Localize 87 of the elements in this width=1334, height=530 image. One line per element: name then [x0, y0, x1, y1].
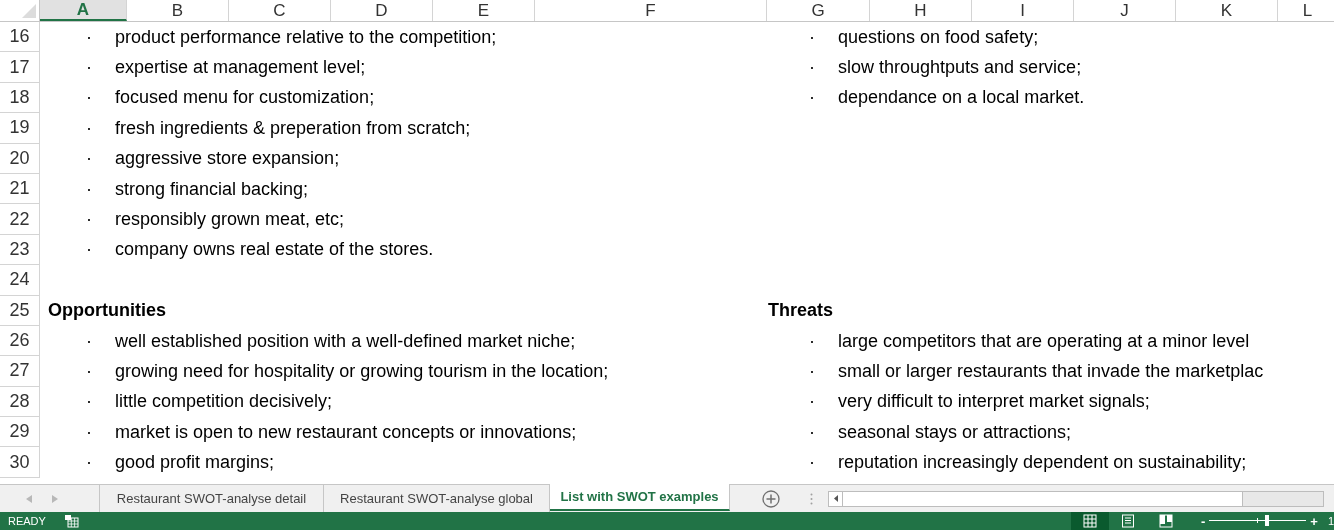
cell-text: expertise at management level; — [115, 56, 366, 80]
bullet-mark: · — [86, 360, 93, 383]
bullet-mark: · — [809, 56, 816, 80]
row-header[interactable]: 16 — [0, 22, 40, 53]
cell-text: seasonal stays or attractions; — [838, 420, 1072, 444]
cell-text: very difficult to interpret market signals; — [838, 390, 1150, 414]
page-view-icon — [1120, 514, 1135, 528]
status-text: READY — [8, 513, 46, 529]
splitter-handle-icon[interactable] — [810, 492, 813, 505]
row-header[interactable]: 25 — [0, 295, 40, 326]
row-header[interactable]: 30 — [0, 447, 40, 478]
cell-text: dependance on a local market. — [838, 86, 1085, 110]
cell-text: well established position with a well-defined market niche; — [115, 329, 576, 353]
row-header[interactable]: 17 — [0, 52, 40, 83]
cell-text: questions on food safety; — [838, 25, 1039, 49]
cell-text: good profit margins; — [115, 451, 275, 475]
bullet-mark: · — [809, 329, 816, 353]
bullet-mark: · — [86, 25, 93, 49]
bullet-mark: · — [86, 147, 93, 171]
cell-text: responsibly grown meat, etc; — [115, 208, 345, 232]
bullet-mark: · — [809, 86, 816, 110]
column-header[interactable]: K — [1176, 0, 1278, 21]
bullet-mark: · — [86, 329, 93, 353]
cell-text: fresh ingredients & preperation from scratch; — [115, 116, 471, 140]
column-header[interactable]: H — [870, 0, 972, 21]
row-header[interactable]: 29 — [0, 417, 40, 448]
cell-text: slow throughtputs and service; — [838, 56, 1082, 80]
bullet-mark: · — [86, 420, 93, 444]
column-header[interactable]: B — [127, 0, 229, 21]
row-header[interactable]: 20 — [0, 143, 40, 174]
cell-text: reputation increasingly dependent on sustainability; — [838, 451, 1247, 475]
row-header[interactable]: 19 — [0, 113, 40, 144]
cell-text: focused menu for customization; — [115, 86, 375, 110]
page-break-view-icon — [1158, 514, 1173, 528]
scroll-arrow-icon[interactable] — [833, 495, 838, 502]
bullet-mark: · — [86, 238, 93, 262]
bullet-mark: · — [86, 116, 93, 140]
bullet-mark: · — [809, 25, 816, 49]
row-header[interactable]: 22 — [0, 204, 40, 235]
column-header[interactable]: E — [433, 0, 535, 21]
bullet-mark: · — [86, 86, 93, 110]
column-header[interactable]: A — [40, 0, 127, 21]
cell-text: little competition decisively; — [115, 390, 333, 414]
sheet-tab[interactable]: List with SWOT examples — [550, 484, 730, 511]
section-heading: Opportunities — [48, 299, 166, 323]
scrollbar-thumb[interactable] — [843, 491, 1243, 506]
column-header[interactable]: L — [1278, 0, 1334, 21]
bullet-mark: · — [86, 451, 93, 475]
zoom-out-button[interactable]: - — [1200, 514, 1206, 528]
column-header[interactable]: C — [229, 0, 331, 21]
macro-record-icon[interactable] — [64, 514, 79, 528]
cell-text: growing need for hospitality or growing tourism in the location; — [115, 360, 609, 383]
bullet-mark: · — [86, 56, 93, 80]
column-header[interactable]: I — [972, 0, 1074, 21]
section-heading: Threats — [768, 299, 834, 323]
horizontal-scrollbar[interactable] — [828, 490, 1324, 507]
cell-text: market is open to new restaurant concepts or innovations; — [115, 420, 577, 444]
cell-text: aggressive store expansion; — [115, 147, 340, 171]
row-header[interactable]: 28 — [0, 386, 40, 418]
cell-text: small or larger restaurants that invade the marketplac — [838, 360, 1264, 383]
add-sheet-icon[interactable] — [762, 489, 780, 508]
row-header[interactable]: 18 — [0, 82, 40, 114]
row-header[interactable]: 26 — [0, 325, 40, 357]
bullet-mark: · — [86, 390, 93, 414]
bullet-mark: · — [809, 390, 816, 414]
row-header[interactable]: 23 — [0, 234, 40, 266]
cell-text: product performance relative to the competition; — [115, 25, 497, 49]
bullet-mark: · — [809, 451, 816, 475]
bullet-mark: · — [86, 177, 93, 201]
zoom-slider[interactable] — [1209, 515, 1307, 527]
bullet-mark: · — [86, 208, 93, 232]
column-header[interactable]: F — [535, 0, 767, 21]
zoom-level-text[interactable]: 1 — [1327, 512, 1334, 530]
column-header[interactable]: J — [1074, 0, 1176, 21]
bullet-mark: · — [809, 420, 816, 444]
bullet-mark: · — [809, 360, 816, 383]
column-header[interactable]: G — [767, 0, 870, 21]
zoom-in-button[interactable]: + — [1310, 514, 1318, 528]
grid-view-icon — [1082, 514, 1097, 528]
row-header[interactable]: 21 — [0, 173, 40, 205]
column-header[interactable]: D — [331, 0, 433, 21]
view-button[interactable] — [1070, 512, 1109, 530]
cell-text: company owns real estate of the stores. — [115, 238, 434, 262]
cell-text: large competitors that are operating at a minor level — [838, 329, 1250, 353]
cell-text: strong financial backing; — [115, 177, 309, 201]
row-header[interactable]: 27 — [0, 356, 40, 387]
row-header[interactable]: 24 — [0, 265, 40, 296]
